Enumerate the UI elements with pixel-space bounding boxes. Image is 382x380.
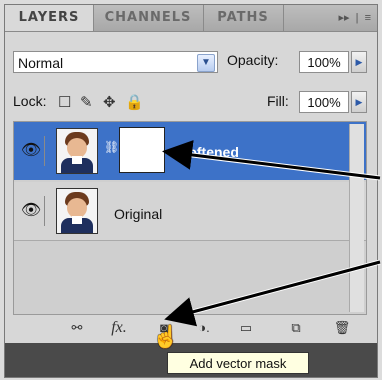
link-layers-icon[interactable]: ⚯ xyxy=(65,317,89,339)
tab-layers[interactable]: LAYERS xyxy=(5,5,94,31)
lock-pixels-icon[interactable]: ✎ xyxy=(80,93,93,111)
tooltip: Add vector mask xyxy=(167,352,309,374)
layer-mask-thumbnail[interactable] xyxy=(119,127,165,173)
layers-list: 👁 ⛓ Softened 👁 Original xyxy=(13,121,367,315)
folder-icon[interactable]: ▭ xyxy=(235,317,257,339)
lock-all-icon[interactable]: 🔒 xyxy=(125,93,144,111)
panel-menu-icon[interactable]: ≡ xyxy=(365,12,371,24)
layers-scrollbar[interactable] xyxy=(349,124,364,312)
hand-cursor-icon: ☝ xyxy=(152,324,180,349)
lock-label: Lock: xyxy=(13,93,47,109)
fx-icon[interactable]: fx. xyxy=(105,317,133,339)
mask-link-icon[interactable]: ⛓ xyxy=(104,140,119,158)
adjustment-icon[interactable]: ◑. xyxy=(193,317,215,339)
new-layer-icon[interactable]: ⧉ xyxy=(285,317,307,339)
layer-thumbnail[interactable] xyxy=(56,188,98,234)
fill-slider-button[interactable]: ▶ xyxy=(351,91,367,113)
layer-name[interactable]: Softened xyxy=(179,144,239,160)
blend-mode-select[interactable]: Normal ▼ xyxy=(13,51,218,73)
layer-thumbnail[interactable] xyxy=(56,128,98,174)
opacity-label: Opacity: xyxy=(227,52,279,68)
layer-row-softened[interactable]: 👁 ⛓ Softened xyxy=(14,122,366,180)
layer-row-original[interactable]: 👁 Original xyxy=(14,182,366,241)
eye-icon[interactable]: 👁 xyxy=(18,136,45,166)
layers-toolbar: ⚯ fx. ◙ ◑. ▭ ⧉ 🗑 xyxy=(13,317,365,339)
collapse-icon[interactable]: ▸▸ xyxy=(338,12,349,24)
layers-panel: LAYERS CHANNELS PATHS ▸▸ | ≡ Normal ▼ Op… xyxy=(4,4,378,378)
chevron-down-icon: ▼ xyxy=(197,54,215,72)
tab-paths[interactable]: PATHS xyxy=(203,5,284,31)
lock-position-icon[interactable]: ✥ xyxy=(103,93,116,111)
panel-tab-bar: LAYERS CHANNELS PATHS ▸▸ | ≡ xyxy=(5,5,377,32)
layer-name[interactable]: Original xyxy=(114,206,162,222)
trash-icon[interactable]: 🗑 xyxy=(331,317,353,339)
opacity-field[interactable]: 100% xyxy=(299,51,349,73)
opacity-slider-button[interactable]: ▶ xyxy=(351,51,367,73)
fill-field[interactable]: 100% xyxy=(299,91,349,113)
eye-icon[interactable]: 👁 xyxy=(18,196,45,226)
lock-transparency-icon[interactable]: ☐ xyxy=(58,93,71,111)
fill-label: Fill: xyxy=(267,93,289,109)
tab-channels[interactable]: CHANNELS xyxy=(93,5,204,31)
blend-mode-value: Normal xyxy=(18,55,64,71)
